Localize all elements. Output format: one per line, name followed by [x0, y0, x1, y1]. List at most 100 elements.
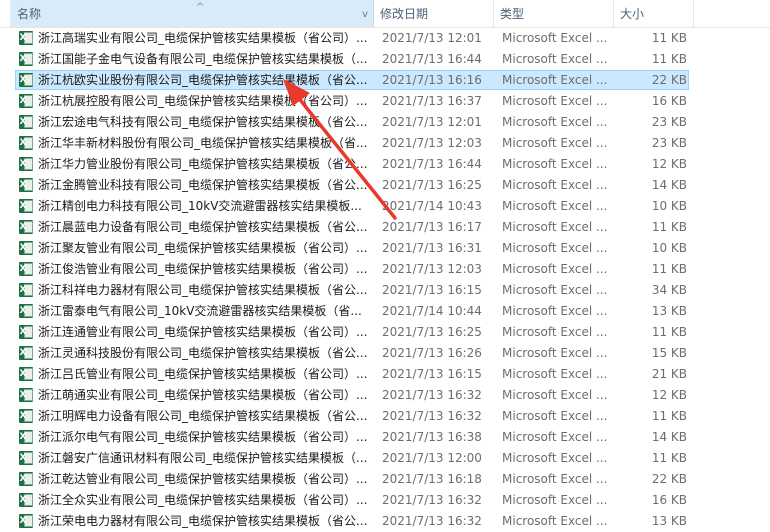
column-header-type[interactable]: 类型 — [494, 0, 614, 27]
excel-icon — [19, 472, 33, 486]
file-row[interactable]: 浙江萌通实业有限公司_电缆保护管核实结果模板（省公司）... 2021/7/13 … — [0, 385, 770, 406]
file-modified-date: 2021/7/13 16:25 — [382, 178, 482, 192]
file-name: 浙江磐安广信通讯材料有限公司_电缆保护管核实结果模板（... — [38, 451, 368, 465]
file-row[interactable]: 浙江杭展控股有限公司_电缆保护管核实结果模板（省公司）... 2021/7/13 … — [0, 91, 770, 112]
file-type: Microsoft Excel ... — [502, 157, 608, 171]
file-row[interactable]: 浙江吕氏管业有限公司_电缆保护管核实结果模板（省公司）... 2021/7/13 … — [0, 364, 770, 385]
file-row[interactable]: 浙江派尔电气有限公司_电缆保护管核实结果模板（省公司）... 2021/7/13 … — [0, 427, 770, 448]
file-row[interactable]: 浙江国能子金电气设备有限公司_电缆保护管核实结果模板（... 2021/7/13 … — [0, 49, 770, 70]
file-type: Microsoft Excel ... — [502, 199, 608, 213]
excel-icon — [19, 220, 33, 234]
file-size: 10 KB — [651, 241, 687, 255]
file-name: 浙江华力管业股份有限公司_电缆保护管核实结果模板（省公... — [38, 157, 368, 171]
file-row[interactable]: 浙江磐安广信通讯材料有限公司_电缆保护管核实结果模板（... 2021/7/13 … — [0, 448, 770, 469]
excel-icon — [19, 304, 33, 318]
excel-icon — [19, 388, 33, 402]
file-row[interactable]: 浙江高瑞实业有限公司_电缆保护管核实结果模板（省公司）... 2021/7/13 … — [0, 28, 770, 49]
file-row[interactable]: 浙江晨蓝电力设备有限公司_电缆保护管核实结果模板（省公... 2021/7/13 … — [0, 217, 770, 238]
file-name: 浙江俊浩管业有限公司_电缆保护管核实结果模板（省公司）... — [38, 262, 368, 276]
file-row[interactable]: 浙江科祥电力器材有限公司_电缆保护管核实结果模板（省公... 2021/7/13 … — [0, 280, 770, 301]
file-type: Microsoft Excel ... — [502, 472, 608, 486]
file-modified-date: 2021/7/13 16:16 — [382, 73, 482, 87]
file-size: 22 KB — [651, 472, 687, 486]
file-type: Microsoft Excel ... — [502, 367, 608, 381]
column-header-date[interactable]: 修改日期 — [374, 0, 494, 27]
chevron-down-icon[interactable]: v — [362, 0, 368, 29]
file-type: Microsoft Excel ... — [502, 283, 608, 297]
file-list: 浙江高瑞实业有限公司_电缆保护管核实结果模板（省公司）... 2021/7/13 … — [0, 28, 770, 532]
file-modified-date: 2021/7/14 10:44 — [382, 304, 482, 318]
excel-icon — [19, 514, 33, 528]
column-header-size[interactable]: 大小 — [614, 0, 694, 27]
excel-icon — [19, 157, 33, 171]
file-size: 14 KB — [651, 430, 687, 444]
file-row[interactable]: 浙江华力管业股份有限公司_电缆保护管核实结果模板（省公... 2021/7/13 … — [0, 154, 770, 175]
file-size: 12 KB — [651, 388, 687, 402]
file-row[interactable]: 浙江华丰新材料股份有限公司_电缆保护管核实结果模板（省... 2021/7/13 … — [0, 133, 770, 154]
file-row[interactable]: 浙江金腾管业科技有限公司_电缆保护管核实结果模板（省公... 2021/7/13 … — [0, 175, 770, 196]
file-modified-date: 2021/7/13 16:15 — [382, 283, 482, 297]
file-type: Microsoft Excel ... — [502, 220, 608, 234]
file-name: 浙江聚友管业有限公司_电缆保护管核实结果模板（省公司）... — [38, 241, 368, 255]
file-modified-date: 2021/7/13 12:03 — [382, 262, 482, 276]
file-type: Microsoft Excel ... — [502, 94, 608, 108]
excel-icon — [19, 199, 33, 213]
file-row[interactable]: 浙江灵通科技股份有限公司_电缆保护管核实结果模板（省公... 2021/7/13 … — [0, 343, 770, 364]
file-size: 15 KB — [651, 346, 687, 360]
file-name: 浙江科祥电力器材有限公司_电缆保护管核实结果模板（省公... — [38, 283, 368, 297]
file-row[interactable]: 浙江雷泰电气有限公司_10kV交流避雷器核实结果模板（省... 2021/7/14… — [0, 301, 770, 322]
excel-icon — [19, 346, 33, 360]
file-size: 16 KB — [651, 94, 687, 108]
file-row[interactable]: 浙江俊浩管业有限公司_电缆保护管核实结果模板（省公司）... 2021/7/13 … — [0, 259, 770, 280]
excel-icon — [19, 136, 33, 150]
file-row[interactable]: 浙江精创电力科技有限公司_10kV交流避雷器核实结果模板... 2021/7/14… — [0, 196, 770, 217]
file-type: Microsoft Excel ... — [502, 73, 608, 87]
file-size: 11 KB — [651, 262, 687, 276]
file-type: Microsoft Excel ... — [502, 388, 608, 402]
file-row[interactable]: 浙江连通管业有限公司_电缆保护管核实结果模板（省公司）... 2021/7/13 … — [0, 322, 770, 343]
file-size: 11 KB — [651, 409, 687, 423]
excel-icon — [19, 241, 33, 255]
file-size: 11 KB — [651, 52, 687, 66]
file-size: 11 KB — [651, 31, 687, 45]
file-modified-date: 2021/7/13 16:17 — [382, 220, 482, 234]
file-name: 浙江金腾管业科技有限公司_电缆保护管核实结果模板（省公... — [38, 178, 368, 192]
excel-icon — [19, 283, 33, 297]
file-name: 浙江灵通科技股份有限公司_电缆保护管核实结果模板（省公... — [38, 346, 368, 360]
file-row[interactable]: 浙江乾达管业有限公司_电缆保护管核实结果模板（省公司）... 2021/7/13 … — [0, 469, 770, 490]
file-size: 23 KB — [651, 115, 687, 129]
excel-icon — [19, 52, 33, 66]
excel-icon — [19, 451, 33, 465]
file-size: 13 KB — [651, 304, 687, 318]
file-row[interactable]: 浙江杭欧实业股份有限公司_电缆保护管核实结果模板（省公... 2021/7/13 … — [0, 70, 770, 91]
file-name: 浙江高瑞实业有限公司_电缆保护管核实结果模板（省公司）... — [38, 31, 368, 45]
file-modified-date: 2021/7/13 12:00 — [382, 451, 482, 465]
excel-icon — [19, 94, 33, 108]
file-type: Microsoft Excel ... — [502, 304, 608, 318]
excel-icon — [19, 31, 33, 45]
file-size: 22 KB — [651, 73, 687, 87]
file-name: 浙江宏途电气科技有限公司_电缆保护管核实结果模板（省公... — [38, 115, 368, 129]
file-size: 11 KB — [651, 451, 687, 465]
file-modified-date: 2021/7/13 16:26 — [382, 346, 482, 360]
file-modified-date: 2021/7/13 12:01 — [382, 31, 482, 45]
file-type: Microsoft Excel ... — [502, 178, 608, 192]
excel-icon — [19, 178, 33, 192]
file-type: Microsoft Excel ... — [502, 136, 608, 150]
file-size: 23 KB — [651, 136, 687, 150]
file-type: Microsoft Excel ... — [502, 262, 608, 276]
excel-icon — [19, 409, 33, 423]
file-name: 浙江雷泰电气有限公司_10kV交流避雷器核实结果模板（省... — [38, 304, 362, 318]
file-type: Microsoft Excel ... — [502, 493, 608, 507]
file-type: Microsoft Excel ... — [502, 451, 608, 465]
sort-ascending-icon: ^ — [196, 2, 205, 13]
file-size: 21 KB — [651, 367, 687, 381]
file-row[interactable]: 浙江明辉电力设备有限公司_电缆保护管核实结果模板（省公... 2021/7/13 … — [0, 406, 770, 427]
file-row[interactable]: 浙江宏途电气科技有限公司_电缆保护管核实结果模板（省公... 2021/7/13 … — [0, 112, 770, 133]
file-modified-date: 2021/7/13 16:38 — [382, 430, 482, 444]
file-row[interactable]: 浙江全众实业有限公司_电缆保护管核实结果模板（省公司）... 2021/7/13 … — [0, 490, 770, 511]
file-row[interactable]: 浙江聚友管业有限公司_电缆保护管核实结果模板（省公司）... 2021/7/13 … — [0, 238, 770, 259]
file-name: 浙江连通管业有限公司_电缆保护管核实结果模板（省公司）... — [38, 325, 368, 339]
file-modified-date: 2021/7/13 16:18 — [382, 472, 482, 486]
column-header-name[interactable]: ^ 名称 v — [10, 0, 374, 27]
